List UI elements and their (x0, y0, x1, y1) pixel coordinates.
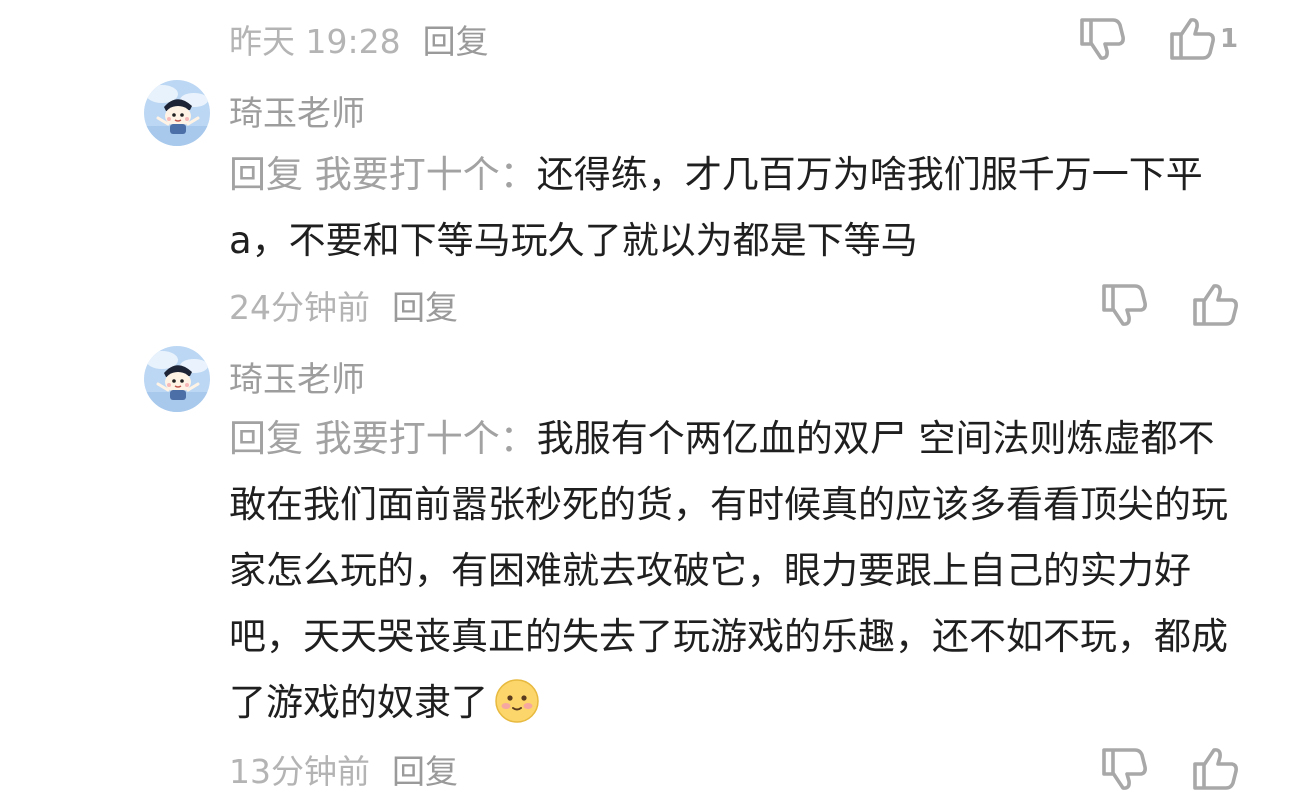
thumbs-down-icon (1100, 746, 1148, 794)
comment-text: 回复 我要打十个：还得练，才几百万为啥我们服千万一下平 a，不要和下等马玩久了就… (229, 142, 1249, 274)
reply-button[interactable]: 回复 (392, 281, 458, 329)
thumbs-down-icon (1100, 282, 1148, 330)
thumbs-up-icon (1191, 280, 1239, 328)
avatar-image (144, 80, 210, 146)
like-button[interactable] (1191, 280, 1239, 328)
reply-to-prefix[interactable]: 回复 我要打十个： (229, 153, 537, 196)
like-button[interactable] (1191, 744, 1239, 792)
dislike-button[interactable] (1100, 746, 1148, 794)
comment-username[interactable]: 琦玉老师 (229, 86, 365, 135)
comment-text: 回复 我要打十个：我服有个两亿血的双尸 空间法则炼虚都不敢在我们面前嚣张秒死的货… (229, 406, 1249, 736)
comment-meta-top: 昨天 19:28 回复 (229, 14, 489, 64)
avatar[interactable] (144, 80, 210, 146)
comment-meta: 13分钟前 回复 (229, 744, 458, 794)
like-button[interactable]: 1 (1168, 14, 1238, 62)
reply-to-prefix[interactable]: 回复 我要打十个： (229, 417, 537, 460)
comment-time: 13分钟前 (229, 752, 370, 791)
comment-content: 我服有个两亿血的双尸 空间法则炼虚都不敢在我们面前嚣张秒死的货，有时候真的应该多… (229, 417, 1228, 724)
avatar[interactable] (144, 346, 210, 412)
thumbs-up-icon (1168, 14, 1216, 62)
reply-button[interactable]: 回复 (392, 745, 458, 793)
smiling-blush-emoji (495, 679, 539, 723)
like-count: 1 (1220, 24, 1239, 54)
comment-username[interactable]: 琦玉老师 (229, 352, 365, 401)
avatar-image (144, 346, 210, 412)
comment-meta: 24分钟前 回复 (229, 280, 458, 330)
reply-button[interactable]: 回复 (423, 15, 489, 63)
thumbs-down-icon (1078, 16, 1126, 64)
comment-time: 昨天 19:28 (229, 22, 401, 61)
comment-time: 24分钟前 (229, 288, 370, 327)
dislike-button[interactable] (1100, 282, 1148, 330)
dislike-button[interactable] (1078, 16, 1126, 64)
thumbs-up-icon (1191, 744, 1239, 792)
